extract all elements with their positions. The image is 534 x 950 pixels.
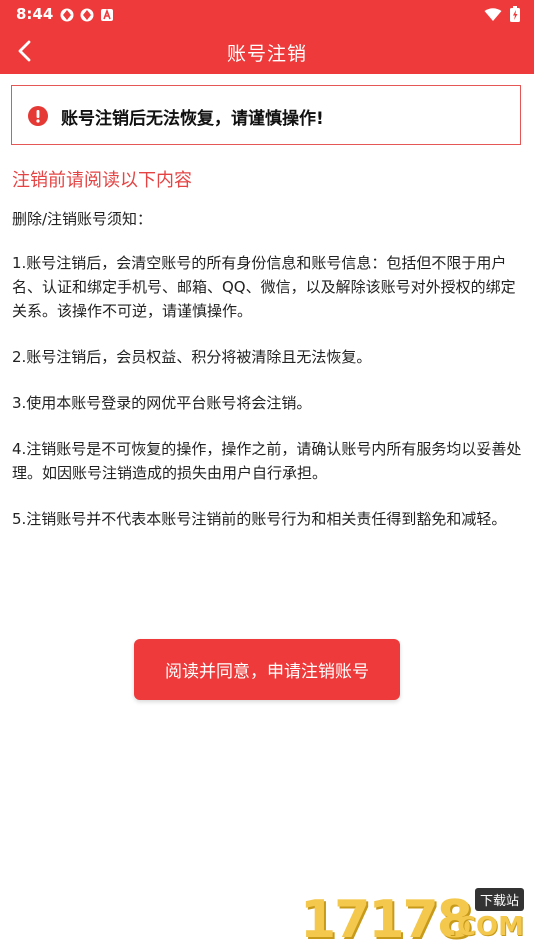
app-a-icon (100, 7, 114, 21)
warning-text: 账号注销后无法恢复，请谨慎操作! (61, 109, 324, 129)
status-bar: 8:44 (0, 0, 534, 28)
section-heading: 注销前请阅读以下内容 (12, 170, 192, 191)
watermark-number: 17178 (300, 890, 473, 950)
sync-icon (60, 7, 74, 22)
notice-item: 1.账号注销后，会清空账号的所有身份信息和账号信息：包括但不限于用户名、认证和绑… (12, 254, 516, 320)
status-system-icons (484, 6, 520, 26)
wifi-icon (484, 7, 502, 26)
watermark-badge: 下载站 (474, 888, 524, 911)
exclamation-circle-icon (28, 106, 48, 126)
notice-intro: 删除/注销账号须知： (12, 210, 153, 228)
battery-charging-icon (510, 6, 520, 26)
status-notification-icons (60, 7, 114, 22)
status-time: 8:44 (16, 5, 54, 23)
agree-and-apply-button[interactable]: 阅读并同意，申请注销账号 (134, 639, 400, 700)
warning-banner: 账号注销后无法恢复，请谨慎操作! (11, 85, 521, 145)
notice-item: 5.注销账号并不代表本账号注销前的账号行为和相关责任得到豁免和减轻。 (12, 510, 507, 528)
site-watermark: 17178 下载站 .COM (300, 886, 528, 950)
sync-icon (80, 7, 94, 22)
notice-item: 3.使用本账号登录的网优平台账号将会注销。 (12, 394, 312, 412)
app-bar: 账号注销 (0, 28, 534, 74)
notice-content: 删除/注销账号须知： 1.账号注销后，会清空账号的所有身份信息和账号信息：包括但… (12, 207, 524, 553)
page-title: 账号注销 (226, 43, 307, 65)
notice-item: 4.注销账号是不可恢复的操作，操作之前，请确认账号内所有服务均以妥善处理。如因账… (12, 440, 522, 482)
watermark-domain: .COM (447, 912, 524, 942)
notice-item: 2.账号注销后，会员权益、积分将被清除且无法恢复。 (12, 348, 372, 366)
